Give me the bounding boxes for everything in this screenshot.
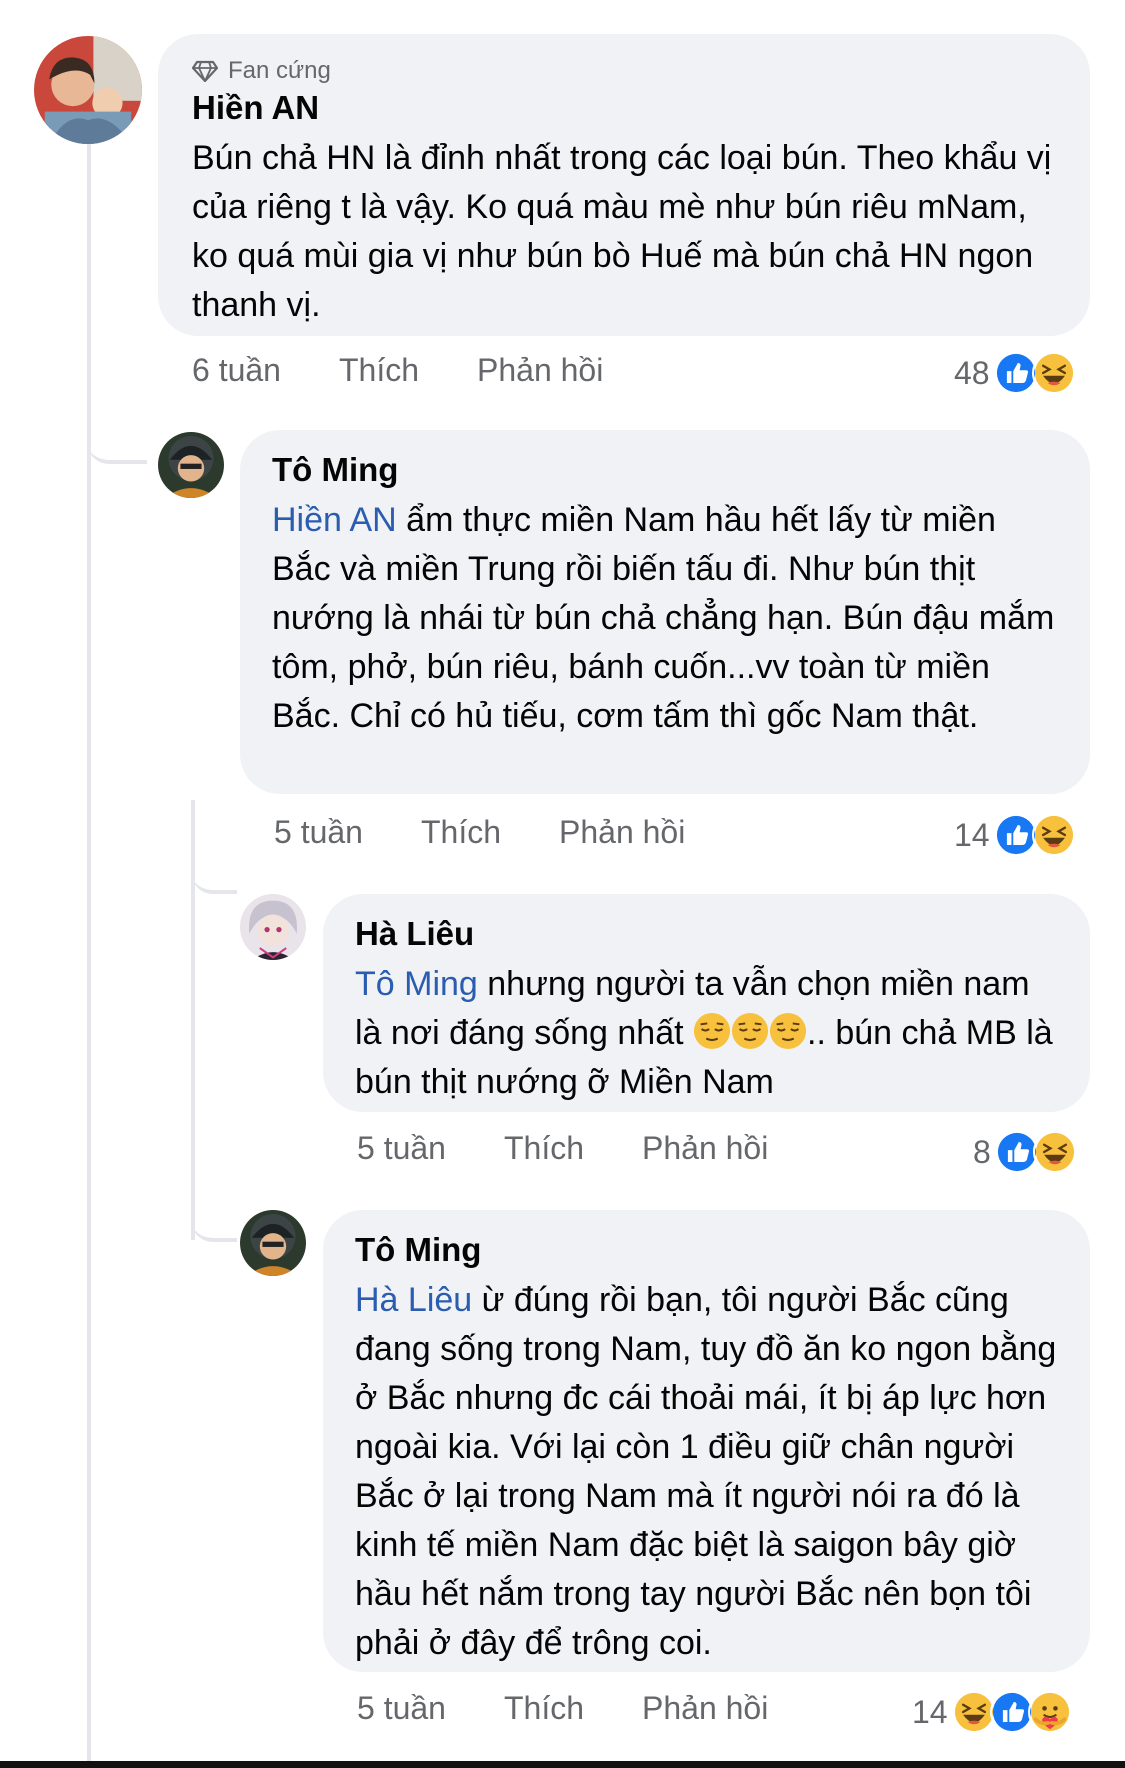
- care-icon: [1027, 1690, 1072, 1734]
- mention-link[interactable]: Hiền AN: [272, 501, 397, 539]
- comment-bubble: Tô Ming Hà Liêu ừ đúng rồi bạn, tôi ngườ…: [323, 1210, 1090, 1672]
- reaction-count: 14: [912, 1693, 948, 1730]
- haha-icon: [1032, 1130, 1077, 1174]
- reply-button[interactable]: Phản hồi: [559, 814, 685, 851]
- thread-connector: [191, 1198, 237, 1242]
- reply-button[interactable]: Phản hồi: [477, 352, 603, 389]
- comment-actions: 5 tuần Thích Phản hồi: [274, 814, 743, 851]
- comment-bubble: Hà Liêu Tô Ming nhưng người ta vẫn chọn …: [323, 894, 1090, 1112]
- comment-text: Tô Ming nhưng người ta vẫn chọn miền nam…: [355, 960, 1058, 1107]
- reply-button[interactable]: Phản hồi: [642, 1690, 768, 1727]
- badge-label: Fan cứng: [228, 57, 331, 84]
- thread-connector: [191, 850, 237, 894]
- comment-bubble: Fan cứng Hiền AN Bún chả HN là đỉnh nhất…: [158, 34, 1090, 336]
- thread-line-main: [87, 128, 91, 1768]
- avatar[interactable]: [240, 1210, 306, 1276]
- haha-icon: [951, 1690, 996, 1734]
- timestamp[interactable]: 5 tuần: [274, 814, 363, 851]
- like-button[interactable]: Thích: [339, 352, 419, 389]
- like-icon: [989, 1690, 1034, 1734]
- comment-text: Bún chả HN là đỉnh nhất trong các loại b…: [192, 139, 1052, 324]
- timestamp[interactable]: 5 tuần: [357, 1690, 446, 1727]
- reply-button[interactable]: Phản hồi: [642, 1130, 768, 1167]
- comment-actions: 5 tuần Thích Phản hồi: [357, 1690, 826, 1727]
- timestamp[interactable]: 6 tuần: [192, 352, 281, 389]
- comment-author[interactable]: Hà Liêu: [355, 914, 1058, 954]
- avatar[interactable]: [240, 894, 306, 960]
- bottom-border: [0, 1761, 1125, 1768]
- reaction-summary[interactable]: 14: [912, 1687, 1072, 1737]
- reaction-summary[interactable]: 8: [973, 1127, 1077, 1177]
- reaction-count: 14: [954, 816, 990, 853]
- like-icon: [993, 813, 1038, 857]
- reaction-summary[interactable]: 14: [954, 810, 1076, 860]
- comment-actions: 6 tuần Thích Phản hồi: [192, 352, 661, 389]
- comment-bubble: Tô Ming Hiền AN ẩm thực miền Nam hầu hết…: [240, 430, 1090, 794]
- comment-author[interactable]: Tô Ming: [355, 1230, 1058, 1270]
- relieved-emoji-icon: [693, 1012, 731, 1050]
- thread-connector: [87, 420, 147, 464]
- timestamp[interactable]: 5 tuần: [357, 1130, 446, 1167]
- like-button[interactable]: Thích: [421, 814, 501, 851]
- haha-icon: [1031, 351, 1076, 395]
- mention-link[interactable]: Tô Ming: [355, 965, 478, 1003]
- relieved-emoji-icon: [731, 1012, 769, 1050]
- comment-actions: 5 tuần Thích Phản hồi: [357, 1130, 826, 1167]
- like-icon: [993, 351, 1038, 395]
- relieved-emoji-icon: [769, 1012, 807, 1050]
- comment-author[interactable]: Hiền AN: [192, 88, 1056, 128]
- haha-icon: [1031, 813, 1076, 857]
- reaction-count: 8: [973, 1133, 991, 1170]
- like-button[interactable]: Thích: [504, 1690, 584, 1727]
- comment-author[interactable]: Tô Ming: [272, 450, 1058, 490]
- top-fan-badge: Fan cứng: [192, 56, 1056, 86]
- like-button[interactable]: Thích: [504, 1130, 584, 1167]
- reaction-count: 48: [954, 354, 990, 391]
- diamond-icon: [192, 60, 218, 82]
- avatar[interactable]: [158, 432, 224, 498]
- avatar[interactable]: [34, 36, 142, 144]
- reaction-summary[interactable]: 48: [954, 348, 1076, 398]
- comment-text: Hà Liêu ừ đúng rồi bạn, tôi người Bắc cũ…: [355, 1276, 1058, 1668]
- comment-body: ừ đúng rồi bạn, tôi người Bắc cũng đang …: [355, 1281, 1057, 1662]
- mention-link[interactable]: Hà Liêu: [355, 1281, 472, 1319]
- comment-text: Hiền AN ẩm thực miền Nam hầu hết lấy từ …: [272, 496, 1058, 741]
